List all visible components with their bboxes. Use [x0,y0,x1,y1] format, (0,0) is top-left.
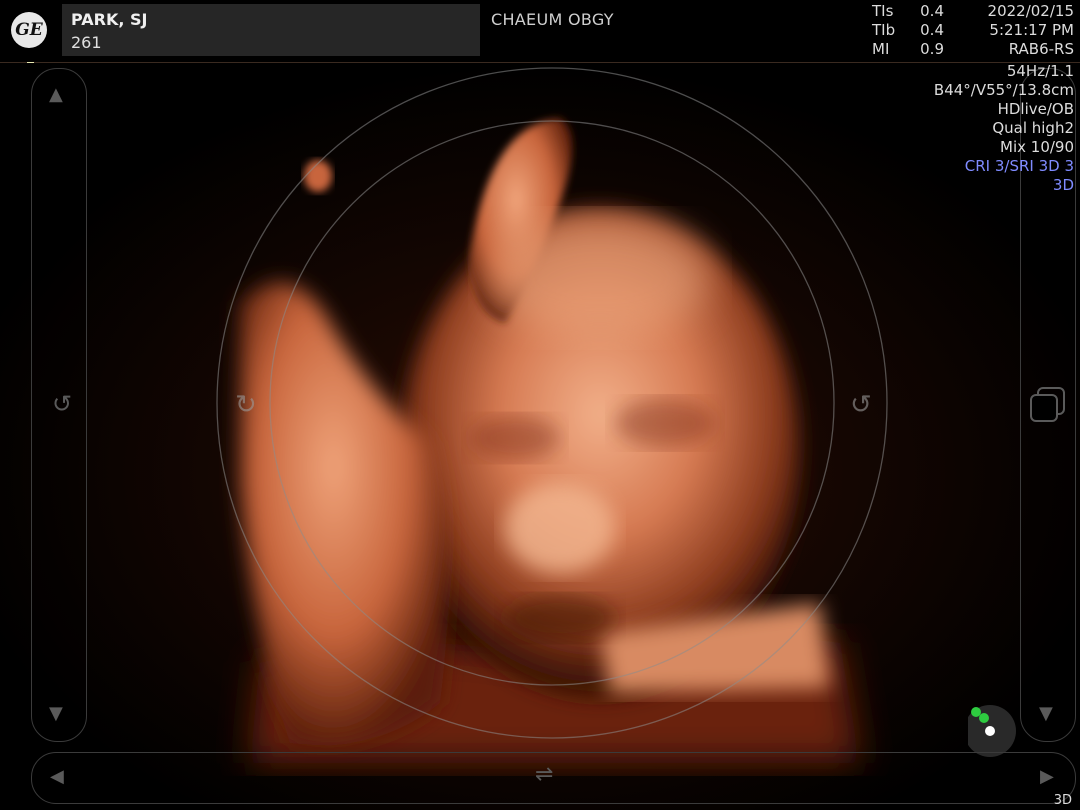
index-value: 0.4 [920,2,944,20]
rotate-right-overlay-icon: ↺ [850,390,872,420]
patient-name: PARK, SJ [71,10,148,29]
ge-logo-icon: GE [11,12,47,48]
bottom-control-panel[interactable] [31,752,1076,804]
left-arrow-icon[interactable]: ◀ [50,766,64,787]
param-render-mode: HDlive/OB [997,100,1074,118]
patient-info[interactable]: PARK, SJ 261 [62,4,480,56]
layers-icon[interactable] [1028,384,1068,429]
right-arrow-icon[interactable]: ▶ [1040,766,1054,787]
index-value: 0.9 [920,40,944,58]
down-arrow-icon[interactable]: ▼ [1039,703,1053,724]
face-mouth [505,596,615,640]
light-source-icon[interactable] [968,703,1038,763]
index-row: MI 0.9 [872,40,944,59]
mode-3d-label: 3D [1053,793,1072,808]
index-label: TIb [872,21,896,39]
index-label: MI [872,40,890,58]
header-bar: GE PARK, SJ 261 CHAEUM OBGY TIs 0.4 TIb 0.… [0,0,1080,62]
rotate-horizontal-icon[interactable]: ⇌ [535,762,553,787]
patient-id: 261 [71,33,102,52]
param-mix: Mix 10/90 [1000,138,1074,156]
index-row: TIb 0.4 [872,21,944,40]
safety-indices: TIs 0.4 TIb 0.4 MI 0.9 [872,2,944,59]
render-fragment [304,160,332,192]
param-quality: Qual high2 [992,119,1074,137]
institution-name: CHAEUM OBGY [491,10,614,29]
rotate-left-icon[interactable]: ↺ [52,390,72,418]
imaging-parameters: 54Hz/1.1 B44°/V55°/13.8cm HDlive/OB Qual… [934,62,1074,195]
param-mode: 3D [1052,176,1074,194]
param-frame-rate: 54Hz/1.1 [1006,62,1074,80]
exam-date: 2022/02/15 [987,2,1074,20]
probe-name: RAB6-RS [1008,40,1074,58]
param-cri-sri: CRI 3/SRI 3D 3 [964,157,1074,175]
exam-time: 5:21:17 PM [989,21,1074,39]
rotate-left-overlay-icon: ↻ [235,390,257,420]
index-label: TIs [872,2,894,20]
face-nose [505,483,615,573]
face-forehead [490,218,710,338]
face-eye-left [470,416,560,460]
face-eye-right [615,399,715,447]
index-row: TIs 0.4 [872,2,944,21]
exam-meta: 2022/02/15 5:21:17 PM RAB6-RS [988,2,1074,59]
down-arrow-icon[interactable]: ▼ [49,703,63,724]
index-value: 0.4 [920,21,944,39]
param-angles: B44°/V55°/13.8cm [933,81,1074,99]
up-arrow-icon[interactable]: ▲ [49,84,63,105]
render-viewport[interactable]: ↻ ↺ [0,63,1080,810]
